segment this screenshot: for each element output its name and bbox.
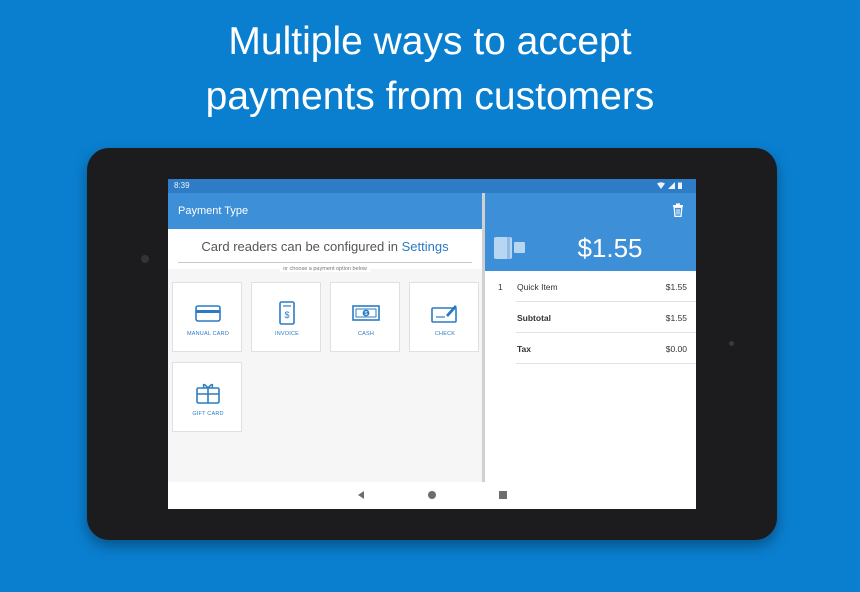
option-label: CHECK — [434, 331, 456, 337]
invoice-option[interactable]: $ INVOICE — [251, 282, 321, 352]
item-name: Quick Item — [517, 282, 558, 292]
tax-amount: $0.00 — [665, 344, 687, 354]
cart-pane: $1.55 1 Quick Item $1.55 Subtotal $1.55 … — [485, 193, 696, 495]
option-label: MANUAL CARD — [186, 331, 230, 337]
subtotal-label: Subtotal — [517, 313, 551, 323]
signal-icon — [667, 182, 675, 189]
cart-line-item[interactable]: 1 Quick Item $1.55 — [485, 271, 696, 302]
sensor-dot — [729, 341, 734, 346]
tax-row: Tax $0.00 — [485, 333, 696, 364]
tax-label: Tax — [517, 344, 532, 354]
wifi-icon — [656, 182, 665, 189]
app-bar: Payment Type — [168, 193, 482, 229]
payment-type-pane: Payment Type Card readers can be configu… — [168, 193, 482, 495]
manual-card-option[interactable]: MANUAL CARD — [172, 282, 242, 352]
svg-text:$: $ — [284, 310, 289, 320]
tablet-screen: 8:39 Payment Type Card readers can be co… — [168, 179, 696, 509]
credit-card-icon — [195, 305, 221, 322]
invoice-icon: $ — [279, 301, 295, 325]
headline-line-2: payments from customers — [205, 75, 655, 118]
status-icons — [656, 179, 682, 193]
cart-header: $1.55 — [485, 193, 696, 271]
back-icon[interactable] — [356, 490, 366, 500]
battery-icon — [678, 182, 682, 189]
cash-icon: $ — [352, 305, 380, 321]
status-bar: 8:39 — [168, 179, 696, 193]
cash-option[interactable]: $ CASH — [330, 282, 400, 352]
home-icon[interactable] — [427, 490, 437, 500]
config-note-area: Card readers can be configured in Settin… — [168, 229, 482, 272]
card-reader-note-text: Card readers can be configured in — [201, 239, 402, 254]
item-amount: $1.55 — [665, 282, 687, 292]
divider-label: or choose a payment option below — [280, 266, 370, 272]
page-title: Payment Type — [178, 205, 249, 217]
system-nav-bar — [168, 482, 696, 509]
headline-line-1: Multiple ways to accept — [228, 20, 632, 63]
subtotal-row: Subtotal $1.55 — [485, 302, 696, 333]
option-label: INVOICE — [274, 331, 299, 337]
check-icon — [431, 305, 457, 323]
trash-icon[interactable] — [672, 203, 684, 217]
status-time: 8:39 — [174, 181, 190, 190]
gift-card-option[interactable]: GIFT CARD — [172, 362, 242, 432]
order-total: $1.55 — [577, 233, 643, 263]
promo-headline: Multiple ways to accept payments from cu… — [0, 14, 860, 124]
gift-card-icon — [196, 383, 220, 404]
row-divider — [516, 363, 696, 364]
settings-link[interactable]: Settings — [402, 239, 449, 254]
option-label: CASH — [357, 331, 375, 337]
divider: or choose a payment option below — [168, 257, 482, 275]
front-camera — [141, 255, 149, 263]
subtotal-amount: $1.55 — [665, 313, 687, 323]
item-quantity: 1 — [498, 282, 503, 292]
card-reader-icon — [494, 237, 525, 259]
card-reader-note: Card readers can be configured in Settin… — [168, 239, 482, 254]
option-label: GIFT CARD — [192, 411, 224, 417]
svg-text:$: $ — [364, 311, 367, 317]
recents-icon[interactable] — [498, 490, 508, 500]
check-option[interactable]: CHECK — [409, 282, 479, 352]
